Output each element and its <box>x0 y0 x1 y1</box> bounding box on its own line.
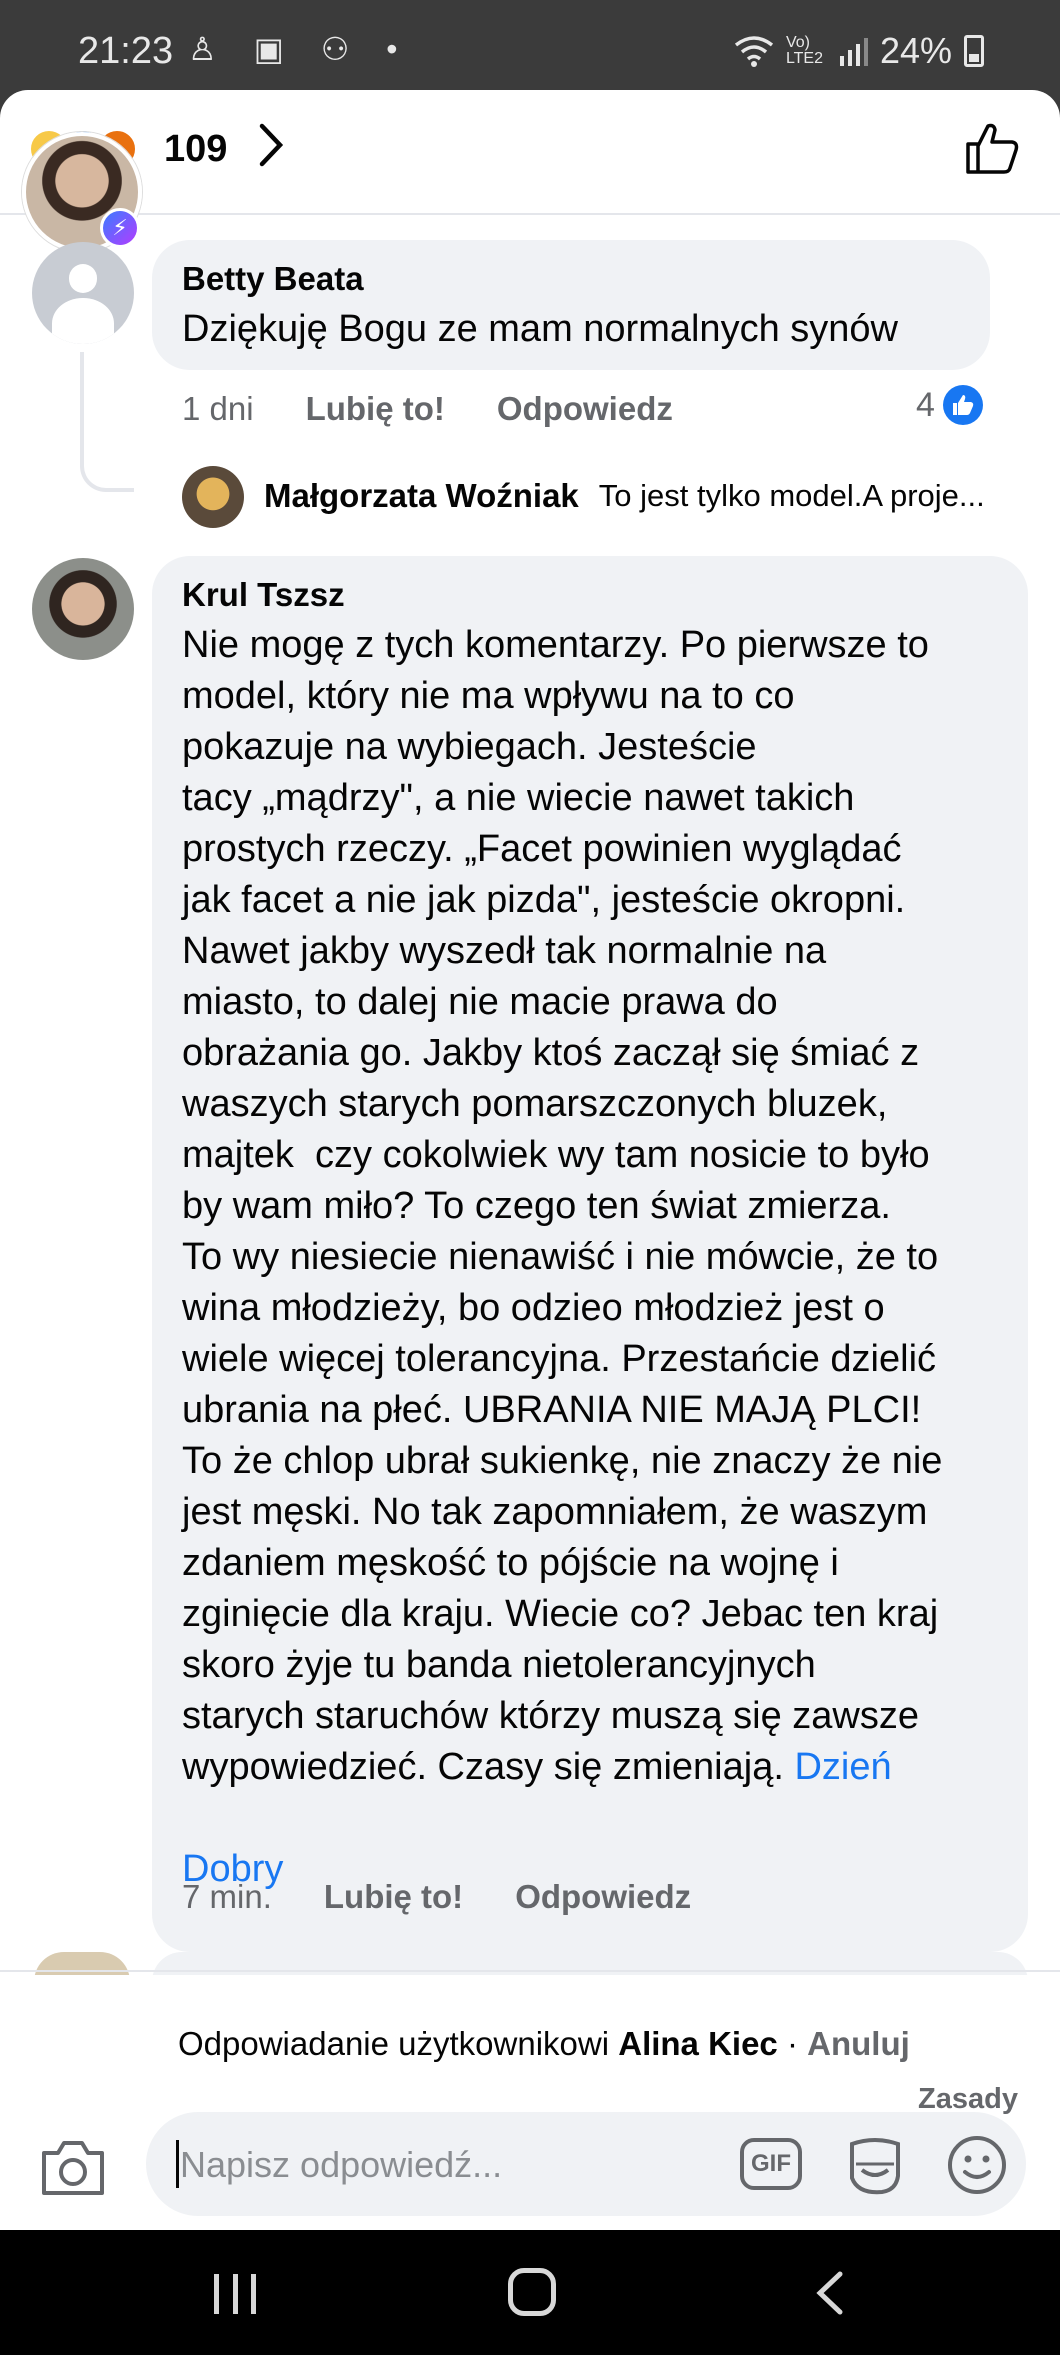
default-body-shape <box>52 298 114 344</box>
default-head-shape <box>68 264 98 293</box>
notification-icons: ♙ ▣ ⚇ • <box>188 31 412 67</box>
reply-preview[interactable]: Małgorzata Woźniak To jest tylko model.A… <box>264 464 985 528</box>
comment-text: Dziękuję Bogu ze mam normalnych synów <box>182 308 898 350</box>
comment-line: obrażania go. Jakby ktoś zaczął się śmia… <box>182 1032 920 1074</box>
like-button[interactable]: Lubię to! <box>324 1878 463 1916</box>
reactions-header: 109 <box>0 90 1060 215</box>
signal-icon <box>839 38 868 66</box>
battery-icon <box>964 35 984 67</box>
wifi-icon <box>734 36 774 67</box>
comment-line: wypowiedzieć. Czasy się zmieniają. <box>182 1746 784 1788</box>
recents-icon[interactable] <box>214 2274 256 2314</box>
comment-line: prostych rzeczy. „Facet powinien wygląda… <box>182 828 902 870</box>
comment-line: zginięcie dla kraju. Wiecie co? Jebac te… <box>182 1593 939 1635</box>
thumbs-up-icon[interactable] <box>964 120 1020 176</box>
see-more-link[interactable]: Dzień <box>794 1746 891 1788</box>
comment-line: To że chlop ubrał sukienkę, nie znaczy ż… <box>182 1440 943 1482</box>
comment-line: wina młodzieży, bo odzieo młodzież jest … <box>182 1287 885 1329</box>
comments-sheet: 109 ⚡ Betty Beata Dziękuję Bogu ze mam n… <box>0 90 1060 2230</box>
back-icon[interactable] <box>810 2270 850 2316</box>
replying-separator: · <box>777 2025 808 2062</box>
comment-line: pokazuje na wybiegach. Jesteście <box>182 726 757 768</box>
home-icon[interactable] <box>508 2268 556 2316</box>
comment-line: majtek czy cokolwiek wy tam nosicie to b… <box>182 1134 930 1176</box>
messenger-icon: ⚡ <box>100 208 140 248</box>
reply-button[interactable]: Odpowiedz <box>497 390 673 428</box>
comment-actions-1: 1 dni Lubię to! Odpowiedz <box>182 390 673 428</box>
comment-line: starych staruchów którzy muszą się zawsz… <box>182 1695 920 1737</box>
comment-age: 7 min. <box>182 1878 272 1915</box>
comment-text-lines: Nie mogę z tych komentarzy. Po pierwsze … <box>182 620 998 1793</box>
like-count-number: 4 <box>916 385 935 424</box>
reply-composer: Odpowiadanie użytkownikowi Alina Kiec · … <box>0 1975 1060 2230</box>
like-button[interactable]: Lubię to! <box>306 390 445 428</box>
comment-line: Nawet jakby wyszedł tak normalnie na <box>182 930 827 972</box>
comment-line: To wy niesiecie nienawiść i nie mówcie, … <box>182 1236 939 1278</box>
android-nav-bar <box>0 2230 1060 2355</box>
comment-bubble-2[interactable]: Krul Tszsz Nie mogę z tych komentarzy. P… <box>152 556 1028 1952</box>
comment-line: waszych starych pomarszczonych bluzek, <box>182 1083 888 1125</box>
comment-line: Nie mogę z tych komentarzy. Po pierwsze … <box>182 624 929 666</box>
comment-age: 1 dni <box>182 390 254 427</box>
thread-line <box>80 352 134 492</box>
like-badge-icon <box>942 385 983 425</box>
reply-placeholder: Napisz odpowiedź... <box>180 2144 503 2185</box>
text-caret <box>176 2140 179 2188</box>
comment-text: Nie mogę z tych komentarzy. Po pierwsze … <box>182 620 998 1895</box>
reply-author[interactable]: Małgorzata Woźniak <box>264 477 579 515</box>
comment-line: skoro żyje tu banda nietolerancyjnych <box>182 1644 816 1686</box>
comment-line: jak facet a nie jak pizda", jesteście ok… <box>182 879 906 921</box>
comment-line: miasto, to dalej nie macie prawa do <box>182 981 778 1023</box>
comment-line: jest męski. No tak zapomniałem, że waszy… <box>182 1491 928 1533</box>
comment-line: ubrania na płeć. UBRANIA NIE MAJĄ PLCI! <box>182 1389 922 1431</box>
comment-author[interactable]: Betty Beata <box>182 260 960 298</box>
comment-avatar-krul[interactable] <box>32 558 134 660</box>
status-right: Vo) LTE2 24% <box>734 30 984 72</box>
replying-to-name: Alina Kiec <box>618 2025 778 2062</box>
emoji-icon[interactable] <box>946 2134 1008 2196</box>
reply-avatar-malgorzata[interactable] <box>182 466 244 528</box>
lte-label: Vo) LTE2 <box>785 34 823 67</box>
replying-prefix: Odpowiadanie użytkownikowi <box>178 2025 610 2062</box>
comment-author[interactable]: Krul Tszsz <box>182 576 998 614</box>
comment-line: zdaniem męskość to pójście na wojnę i <box>182 1542 839 1584</box>
comment-line: tacy „mądrzy", a nie wiecie nawet takich <box>182 777 855 819</box>
comment-avatar-betty[interactable] <box>32 242 134 344</box>
reply-snippet: To jest tylko model.A proje... <box>598 478 985 513</box>
battery-percent: 24% <box>879 30 952 71</box>
comment-like-count[interactable]: 4 <box>916 385 983 425</box>
comment-bubble-1[interactable]: Betty Beata Dziękuję Bogu ze mam normaln… <box>152 240 990 370</box>
camera-icon[interactable] <box>40 2137 106 2197</box>
reply-button[interactable]: Odpowiedz <box>515 1878 691 1916</box>
chevron-right-icon[interactable] <box>256 120 286 182</box>
comment-line: by wam miło? To czego ten świat zmierza. <box>182 1185 891 1227</box>
reactions-count[interactable]: 109 <box>164 128 227 171</box>
gif-icon[interactable]: GIF <box>740 2138 802 2190</box>
status-bar: 21:23 ♙ ▣ ⚇ • Vo) LTE2 24% <box>0 0 1060 90</box>
status-time: 21:23 <box>78 30 174 72</box>
comment-actions-2: 7 min. Lubię to! Odpowiedz <box>182 1878 691 1916</box>
replying-to-banner: Odpowiadanie użytkownikowi Alina Kiec · … <box>178 2025 910 2063</box>
reply-input[interactable]: Napisz odpowiedź... GIF <box>146 2112 1026 2216</box>
composer-divider <box>0 1970 1060 1972</box>
comment-line: wiele więcej tolerancyjna. Przestańcie d… <box>182 1338 937 1380</box>
cancel-reply-button[interactable]: Anuluj <box>807 2025 910 2062</box>
comment-line: model, który nie ma wpływu na to co <box>182 675 795 717</box>
sticker-icon[interactable] <box>844 2134 906 2196</box>
